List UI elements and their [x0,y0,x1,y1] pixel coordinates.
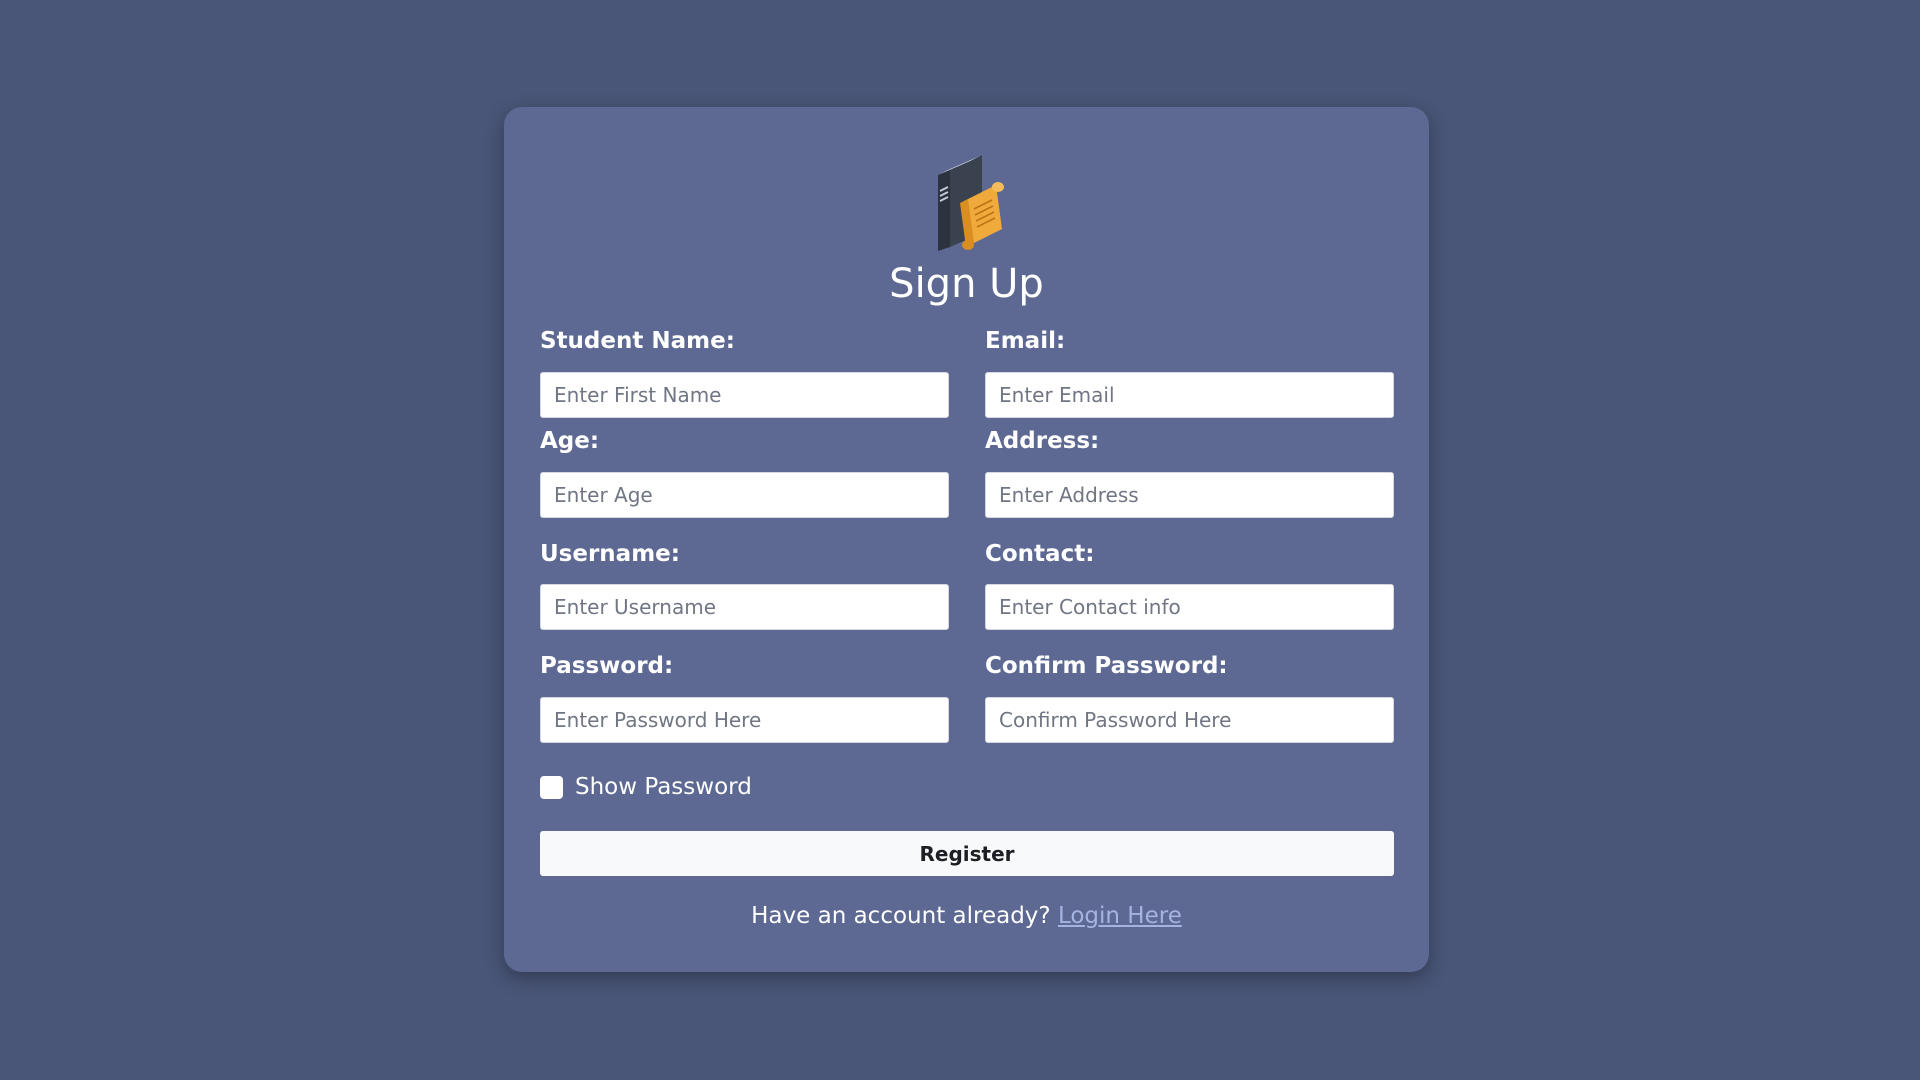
student-name-input[interactable] [540,372,949,418]
login-prompt-text: Have an account already? [751,903,1051,929]
contact-input[interactable] [985,584,1394,630]
login-prompt: Have an account already? Login Here [504,901,1429,931]
email-input[interactable] [985,372,1394,418]
register-button[interactable]: Register [540,831,1394,876]
username-label: Username: [540,541,680,567]
show-password-label: Show Password [575,774,752,800]
page-title: Sign Up [889,261,1044,307]
login-link[interactable]: Login Here [1058,903,1182,929]
student-name-label: Student Name: [540,328,735,354]
book-scroll-icon [938,155,1004,251]
show-password-checkbox[interactable] [540,775,563,799]
email-label: Email: [985,328,1066,354]
signup-card: Sign Up Student Name: Email: Age: Addres… [504,107,1429,972]
address-label: Address: [985,428,1100,454]
show-password-toggle[interactable]: Show Password [540,772,752,802]
username-input[interactable] [540,584,949,630]
address-input[interactable] [985,472,1394,518]
confirm-password-input[interactable] [985,697,1394,743]
password-input[interactable] [540,697,949,743]
age-input[interactable] [540,472,949,518]
age-label: Age: [540,428,600,454]
contact-label: Contact: [985,541,1095,567]
password-label: Password: [540,653,674,679]
confirm-password-label: Confirm Password: [985,653,1228,679]
